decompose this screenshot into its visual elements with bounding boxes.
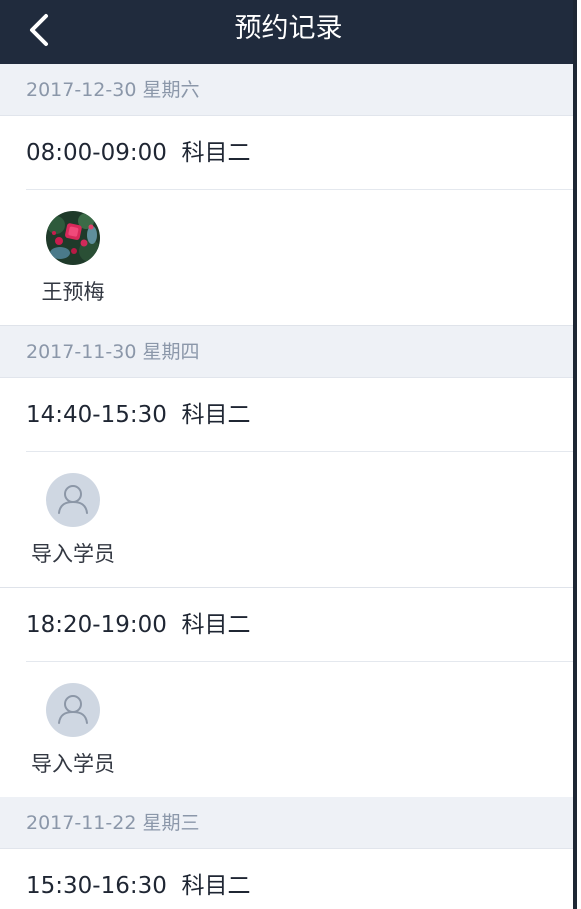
appointment-slot[interactable]: 14:40-15:30 科目二 (0, 378, 577, 452)
date-header: 2017-11-22 星期三 (0, 797, 577, 849)
student-name: 导入学员 (31, 752, 115, 776)
student-entry[interactable]: 导入学员 (0, 662, 577, 797)
date-header: 2017-12-30 星期六 (0, 64, 577, 116)
student-name: 导入学员 (31, 542, 115, 566)
top-nav-bar: 预约记录 (0, 0, 577, 64)
student-entry[interactable]: 导入学员 (0, 452, 577, 588)
screen-edge (573, 0, 577, 909)
page-title: 预约记录 (234, 13, 343, 44)
student-name: 王预梅 (41, 280, 105, 304)
appointment-records-page: 预约记录 2017-12-30 星期六 08:00-09:00 科目二 王预梅 (0, 0, 577, 909)
appointment-slot[interactable]: 08:00-09:00 科目二 (0, 116, 577, 190)
student-entry[interactable]: 王预梅 (0, 190, 577, 326)
date-header: 2017-11-30 星期四 (0, 326, 577, 378)
user-icon (46, 683, 100, 737)
student-avatar-photo (46, 211, 100, 265)
appointment-slot[interactable]: 18:20-19:00 科目二 (0, 588, 577, 662)
user-icon (46, 473, 100, 527)
appointment-slot[interactable]: 15:30-16:30 科目二 (0, 849, 577, 909)
